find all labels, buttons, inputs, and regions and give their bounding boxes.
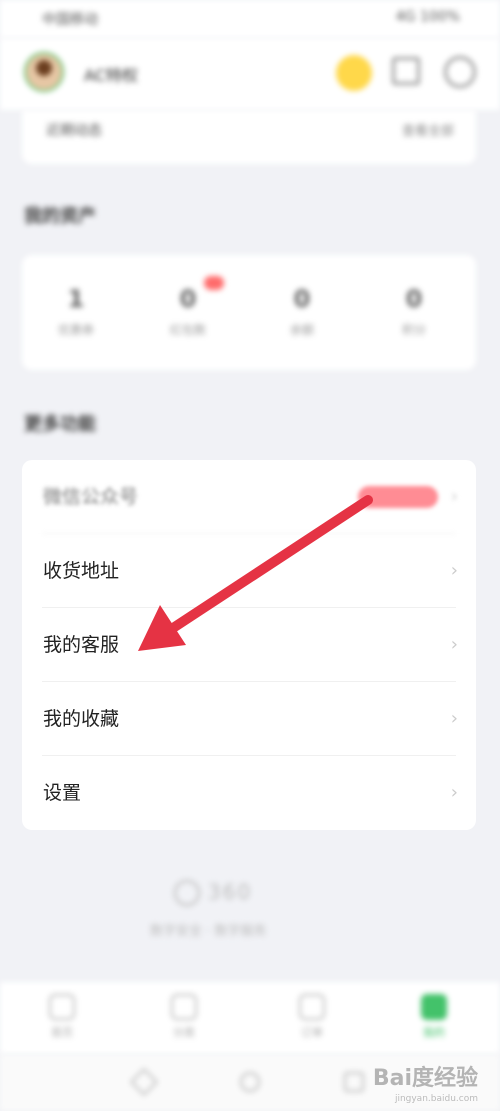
carrier-text: 中国移动	[42, 12, 98, 28]
status-bar: 中国移动 4G 100%	[0, 0, 500, 38]
asset-item[interactable]: 1 优惠券	[36, 285, 116, 338]
brand-tagline: 数字安全 · 数字服务	[150, 924, 267, 939]
tab-label: 分类	[173, 1026, 195, 1039]
tab-label: 订单	[301, 1026, 323, 1039]
watermark-url: jingyan.baidu.com	[394, 1094, 478, 1104]
watermark-logo: Bai度经验	[372, 1066, 478, 1091]
category-icon	[171, 994, 197, 1020]
menu-item-label: 微信公众号	[43, 486, 139, 508]
menu-item-wechat[interactable]: 微信公众号 ›	[22, 460, 476, 534]
tab-category[interactable]: 分类	[164, 994, 204, 1040]
menu-item-address[interactable]: 收货地址 ›	[22, 534, 476, 608]
asset-item[interactable]: 0 余额	[262, 285, 342, 338]
asset-item[interactable]: 0 积分	[374, 285, 454, 338]
recents-icon[interactable]	[344, 1072, 364, 1092]
notification-badge	[204, 276, 224, 290]
services-section-title: 更多功能	[24, 414, 96, 435]
asset-label: 优惠券	[57, 323, 94, 337]
username: AC特权	[84, 66, 138, 85]
menu-item-label: 我的客服	[43, 634, 120, 656]
assets-section-title: 我的资产	[24, 206, 96, 227]
asset-label: 红包数	[169, 323, 206, 337]
recent-activity-card[interactable]: 近期动态 查看全部	[22, 110, 476, 164]
assets-card: 1 优惠券 0 红包数 0 余额 0 积分	[22, 255, 476, 370]
brand-text: 360	[208, 880, 253, 904]
home-circle-icon[interactable]	[240, 1072, 260, 1092]
orders-icon	[299, 994, 325, 1020]
menu-item-label: 我的收藏	[43, 708, 120, 730]
asset-label: 积分	[401, 323, 426, 337]
back-icon[interactable]	[129, 1067, 159, 1097]
asset-value: 1	[67, 285, 85, 313]
chevron-right-icon: ›	[450, 560, 458, 581]
asset-value: 0	[293, 285, 311, 313]
gear-icon[interactable]	[444, 56, 476, 88]
bottom-tab-bar: 首页 分类 订单 我的	[0, 982, 500, 1054]
tab-mine[interactable]: 我的	[414, 994, 454, 1040]
plus-circle-icon	[174, 880, 200, 906]
chevron-right-icon: ›	[450, 782, 458, 803]
asset-value: 0	[405, 285, 423, 313]
chevron-right-icon: ›	[450, 634, 458, 655]
menu-item-label: 收货地址	[43, 560, 120, 582]
promo-badge	[358, 486, 438, 508]
avatar[interactable]	[24, 52, 64, 92]
menu-item-customer-service[interactable]: 我的客服 ›	[22, 608, 476, 682]
home-icon	[49, 994, 75, 1020]
battery-text: 4G 100%	[395, 9, 460, 25]
services-menu: 微信公众号 › 收货地址 › 我的客服 › 我的收藏 › 设置 ›	[22, 460, 476, 830]
menu-item-favorites[interactable]: 我的收藏 ›	[22, 682, 476, 756]
scan-icon[interactable]	[392, 57, 420, 85]
user-icon	[421, 994, 447, 1020]
tab-orders[interactable]: 订单	[292, 994, 332, 1040]
brand-logo: 360	[174, 878, 324, 908]
chevron-right-icon: ›	[450, 486, 458, 507]
asset-item[interactable]: 0 红包数	[148, 285, 228, 338]
recent-activity-more[interactable]: 查看全部	[402, 120, 454, 139]
tab-label: 我的	[423, 1026, 445, 1039]
profile-header: AC特权	[0, 38, 500, 110]
tab-label: 首页	[51, 1026, 73, 1039]
tab-home[interactable]: 首页	[42, 994, 82, 1040]
chevron-right-icon: ›	[450, 708, 458, 729]
asset-label: 余额	[289, 323, 314, 337]
coin-icon[interactable]	[336, 55, 372, 91]
menu-item-settings[interactable]: 设置 ›	[22, 756, 476, 830]
recent-activity-title: 近期动态	[46, 123, 102, 139]
menu-item-label: 设置	[43, 782, 82, 804]
